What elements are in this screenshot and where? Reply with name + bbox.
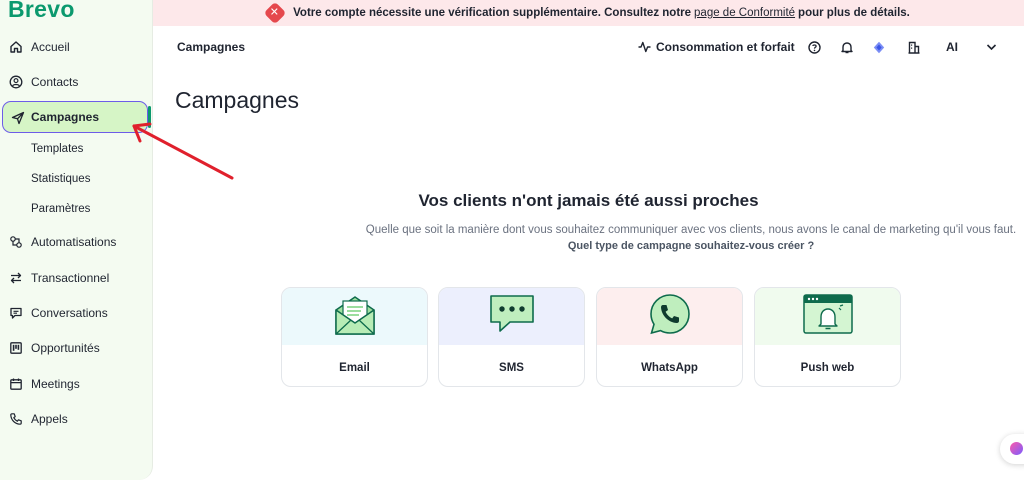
breadcrumb: Campagnes xyxy=(177,40,246,54)
sidebar-item-label: Conversations xyxy=(31,306,108,320)
sidebar-item-accueil[interactable]: Accueil xyxy=(0,30,153,64)
activity-icon xyxy=(638,41,651,53)
sidebar-item-label: Opportunités xyxy=(31,341,100,355)
assistant-widget-button[interactable] xyxy=(1000,434,1024,464)
card-illustration xyxy=(597,288,742,345)
sidebar: Brevo Accueil Contacts Campagnes Templat… xyxy=(0,0,153,480)
sidebar-item-meetings[interactable]: Meetings xyxy=(0,367,153,401)
card-label: SMS xyxy=(499,362,524,374)
hero-title: Vos clients n'ont jamais été aussi proch… xyxy=(418,191,759,210)
banner-text: Votre compte nécessite une vérification … xyxy=(293,7,692,19)
campaign-card-sms[interactable]: SMS xyxy=(438,287,585,387)
banner-text-end: pour plus de détails. xyxy=(798,7,910,19)
sidebar-item-conversations[interactable]: Conversations xyxy=(0,296,153,330)
campaign-card-email[interactable]: Email xyxy=(281,287,428,387)
account-menu[interactable]: AI xyxy=(946,38,958,56)
send-icon xyxy=(10,110,25,125)
sidebar-item-label: Appels xyxy=(31,412,68,426)
hero-question: Quel type de campagne souhaitez-vous cré… xyxy=(567,240,815,252)
automation-icon xyxy=(8,234,23,249)
whatsapp-icon xyxy=(648,292,692,341)
page-title: Campagnes xyxy=(175,87,300,113)
calendar-icon xyxy=(8,376,23,391)
card-illustration xyxy=(755,288,900,345)
building-icon[interactable] xyxy=(907,40,921,54)
sidebar-subitem-templates[interactable]: Templates xyxy=(31,143,83,155)
contacts-icon xyxy=(8,74,23,89)
sidebar-item-transactionnel[interactable]: Transactionnel xyxy=(0,261,153,295)
sidebar-item-campagnes[interactable]: Campagnes xyxy=(2,101,148,133)
brevo-logo[interactable]: Brevo xyxy=(8,0,75,23)
compliance-link[interactable]: page de Conformité xyxy=(694,7,795,19)
card-label: WhatsApp xyxy=(641,362,698,374)
campaign-card-whatsapp[interactable]: WhatsApp xyxy=(596,287,743,387)
chat-icon xyxy=(8,305,23,320)
diamond-icon[interactable] xyxy=(872,40,886,54)
verification-banner: ✕ Votre compte nécessite une vérificatio… xyxy=(153,0,1024,26)
sidebar-item-label: Automatisations xyxy=(31,235,117,249)
sidebar-item-label: Contacts xyxy=(31,75,79,89)
sidebar-subitem-statistiques[interactable]: Statistiques xyxy=(31,173,90,185)
bell-icon[interactable] xyxy=(840,40,854,54)
home-icon xyxy=(8,39,23,54)
sidebar-item-automatisations[interactable]: Automatisations xyxy=(0,225,153,259)
card-illustration xyxy=(282,288,427,345)
campaign-card-push-web[interactable]: Push web xyxy=(754,287,901,387)
card-label: Email xyxy=(339,362,370,374)
phone-icon xyxy=(8,411,23,426)
sidebar-item-label: Accueil xyxy=(31,40,70,54)
sidebar-item-contacts[interactable]: Contacts xyxy=(0,65,153,99)
active-indicator xyxy=(148,106,151,128)
sidebar-item-appels[interactable]: Appels xyxy=(0,402,153,436)
sidebar-item-label: Campagnes xyxy=(31,110,100,124)
chevron-down-icon[interactable] xyxy=(984,40,998,54)
sidebar-item-label: Meetings xyxy=(31,377,80,391)
help-icon[interactable] xyxy=(807,40,821,54)
hero-subtitle: Quelle que soit la manière dont vous sou… xyxy=(365,224,1017,236)
assistant-icon xyxy=(1010,442,1023,455)
sms-bubble-icon xyxy=(488,293,536,340)
avatar-initials: AI xyxy=(946,40,958,54)
pipeline-icon xyxy=(8,340,23,355)
sidebar-item-label: Transactionnel xyxy=(31,271,110,285)
sidebar-subitem-parametres[interactable]: Paramètres xyxy=(31,203,90,215)
envelope-icon xyxy=(334,292,376,341)
sidebar-item-opportunites[interactable]: Opportunités xyxy=(0,331,153,365)
error-icon: ✕ xyxy=(263,1,287,25)
usage-label: Consommation et forfait xyxy=(656,40,795,54)
card-label: Push web xyxy=(800,362,855,374)
card-illustration xyxy=(439,288,584,345)
usage-button[interactable]: Consommation et forfait xyxy=(638,38,795,56)
transactional-icon xyxy=(8,270,23,285)
browser-bell-icon xyxy=(802,293,854,340)
